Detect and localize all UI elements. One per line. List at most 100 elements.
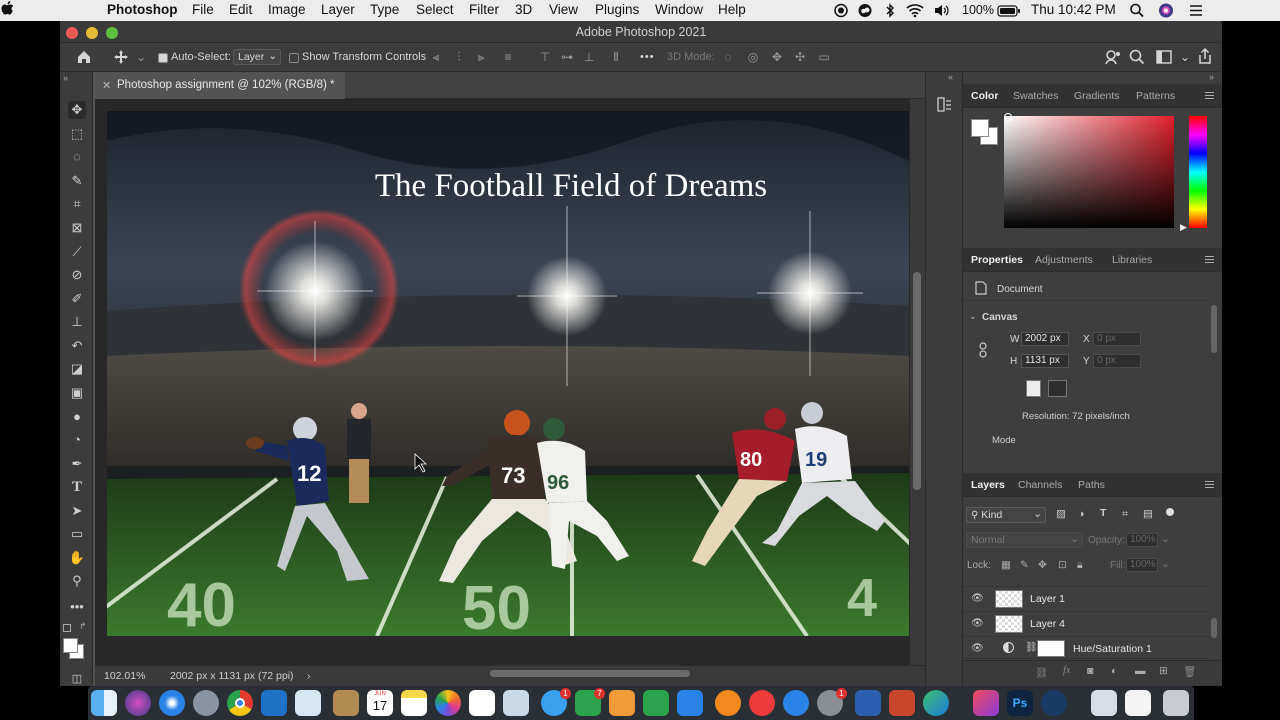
safari-icon[interactable] <box>159 690 185 716</box>
eye-icon[interactable]: 👁︎ <box>971 619 984 629</box>
quicktime-icon[interactable] <box>1041 690 1067 716</box>
creative-cloud-icon[interactable] <box>857 3 873 18</box>
notification-center-icon[interactable] <box>1188 3 1204 18</box>
panel-menu-icon[interactable] <box>1205 92 1214 99</box>
transform-controls-checkbox[interactable] <box>289 53 299 63</box>
powerpoint-icon[interactable] <box>889 690 915 716</box>
lock-transparent-icon[interactable]: ▦ <box>1001 559 1011 571</box>
menu-filter[interactable]: Filter <box>469 2 499 17</box>
launchpad-icon[interactable] <box>193 690 219 716</box>
zoom-level[interactable]: 102.01% <box>104 670 145 682</box>
search-icon[interactable] <box>1129 49 1145 65</box>
collapse-icon[interactable]: « <box>948 72 953 82</box>
color-panel-foreground-swatch[interactable] <box>971 119 989 137</box>
tab-color[interactable]: Color <box>971 90 998 102</box>
move-tool-preset-icon[interactable] <box>113 49 129 65</box>
menu-layer[interactable]: Layer <box>321 2 355 17</box>
opacity-field[interactable]: 100% <box>1126 533 1158 547</box>
facetime-icon[interactable]: 7 <box>575 688 605 716</box>
more-options-button[interactable]: ••• <box>640 51 655 63</box>
chevron-down-icon[interactable]: ⌄ <box>1161 558 1170 570</box>
preview-image-icon[interactable] <box>503 690 529 716</box>
filter-toggle-icon[interactable] <box>1166 508 1174 516</box>
canvas-width-field[interactable]: 2002 px <box>1021 332 1069 346</box>
menu-view[interactable]: View <box>549 2 578 17</box>
blur-tool-icon[interactable]: ● <box>68 408 86 426</box>
tab-properties[interactable]: Properties <box>971 254 1023 266</box>
type-tool-icon[interactable]: T <box>68 478 86 496</box>
photos-icon[interactable] <box>435 690 461 716</box>
books-icon[interactable] <box>715 690 741 716</box>
link-icon[interactable]: ⛓︎ <box>1025 642 1038 653</box>
hue-slider-handle[interactable]: ▶ <box>1180 222 1187 233</box>
align-center-icon[interactable]: ⫶ <box>452 50 466 64</box>
notes-icon[interactable] <box>401 690 427 716</box>
home-icon[interactable] <box>76 49 92 65</box>
chevron-down-icon[interactable]: ⌄ <box>134 50 148 64</box>
lock-artboard-icon[interactable]: ⊡ <box>1058 559 1067 571</box>
layer-row[interactable]: 👁︎ Layer 4 <box>963 612 1209 637</box>
canvas-section-title[interactable]: Canvas <box>982 312 1018 323</box>
calendar-icon[interactable]: JUN 17 <box>367 690 393 716</box>
hand-tool-icon[interactable]: ✋ <box>68 549 86 567</box>
menu-window[interactable]: Window <box>655 2 703 17</box>
eye-icon[interactable]: 👁︎ <box>971 644 984 654</box>
canvas-y-field[interactable]: 0 px <box>1093 354 1141 368</box>
blend-mode-dropdown[interactable]: Normal ⌄ <box>966 532 1083 548</box>
zoom-tool-icon[interactable]: ⚲ <box>68 572 86 590</box>
canvas-height-field[interactable]: 1131 px <box>1021 354 1069 368</box>
frame-tool-icon[interactable]: ⊠ <box>68 219 86 237</box>
more-tools-icon[interactable]: ••• <box>68 598 86 616</box>
new-adjustment-icon[interactable]: ◐ <box>1111 665 1117 677</box>
spotlight-icon[interactable] <box>1129 3 1145 18</box>
siri-icon[interactable] <box>125 690 151 716</box>
new-layer-icon[interactable]: ⊞ <box>1159 665 1168 677</box>
chevron-down-icon[interactable]: ⌄ <box>969 311 977 322</box>
word-icon[interactable] <box>855 690 881 716</box>
document-tab[interactable]: ✕ Photoshop assignment @ 102% (RGB/8) * <box>95 72 345 99</box>
color-picker-field[interactable] <box>1004 116 1174 228</box>
menu-select[interactable]: Select <box>416 2 454 17</box>
align-middle-icon[interactable]: ⊶ <box>560 50 574 64</box>
preview-icon[interactable] <box>295 690 321 716</box>
tab-swatches[interactable]: Swatches <box>1013 90 1059 102</box>
tab-patterns[interactable]: Patterns <box>1136 90 1175 102</box>
menu-help[interactable]: Help <box>718 2 746 17</box>
tab-paths[interactable]: Paths <box>1078 479 1105 491</box>
add-mask-icon[interactable]: ◙ <box>1087 665 1093 677</box>
clock[interactable]: Thu 10:42 PM <box>1031 2 1116 17</box>
link-layers-icon[interactable]: ⛓︎ <box>1035 666 1048 679</box>
wifi-icon[interactable] <box>906 3 924 18</box>
battery-icon[interactable] <box>997 3 1021 18</box>
tab-adjustments[interactable]: Adjustments <box>1035 254 1093 266</box>
trash-icon[interactable] <box>1163 690 1189 716</box>
gradient-tool-icon[interactable]: ▣ <box>68 384 86 402</box>
workspace-icon[interactable] <box>1156 50 1172 64</box>
3d-orbit-icon[interactable]: ◌ <box>721 50 735 64</box>
chrome-icon[interactable] <box>227 690 253 716</box>
creative-cloud-icon[interactable] <box>973 690 999 716</box>
eye-icon[interactable]: 👁︎ <box>971 594 984 604</box>
menu-type[interactable]: Type <box>370 2 399 17</box>
layers-scroll-thumb[interactable] <box>1211 618 1217 638</box>
layer-row[interactable]: 👁︎ Layer 1 <box>963 587 1209 612</box>
lock-position-icon[interactable]: ✥ <box>1038 559 1047 571</box>
dodge-tool-icon[interactable]: ◔ <box>68 431 86 449</box>
messages-icon[interactable]: 1 <box>541 688 571 716</box>
document-icon[interactable] <box>1125 690 1151 716</box>
filter-shape-icon[interactable]: ⌗ <box>1122 508 1128 521</box>
history-panel-icon[interactable] <box>936 96 953 113</box>
layer-row[interactable]: 👁︎ ⛓︎ Hue/Saturation 1 <box>963 637 1209 659</box>
filter-type-icon[interactable]: T <box>1100 507 1106 519</box>
layer-filter-dropdown[interactable]: ⚲ Kind ⌄ <box>966 507 1046 523</box>
bluetooth-icon[interactable] <box>882 3 898 18</box>
chevron-down-icon[interactable]: ⌄ <box>1178 50 1192 64</box>
filter-smart-object-icon[interactable]: ▤ <box>1143 508 1153 520</box>
chevron-down-icon[interactable]: ⌄ <box>1161 533 1170 545</box>
app-store-icon[interactable] <box>783 690 809 716</box>
align-right-icon[interactable]: ⫸ <box>474 50 488 64</box>
menu-plugins[interactable]: Plugins <box>595 2 639 17</box>
collapse-panels-icon[interactable]: » <box>1209 72 1214 82</box>
contacts-icon[interactable] <box>333 690 359 716</box>
eyedropper-tool-icon[interactable]: ⟋ <box>68 243 86 261</box>
